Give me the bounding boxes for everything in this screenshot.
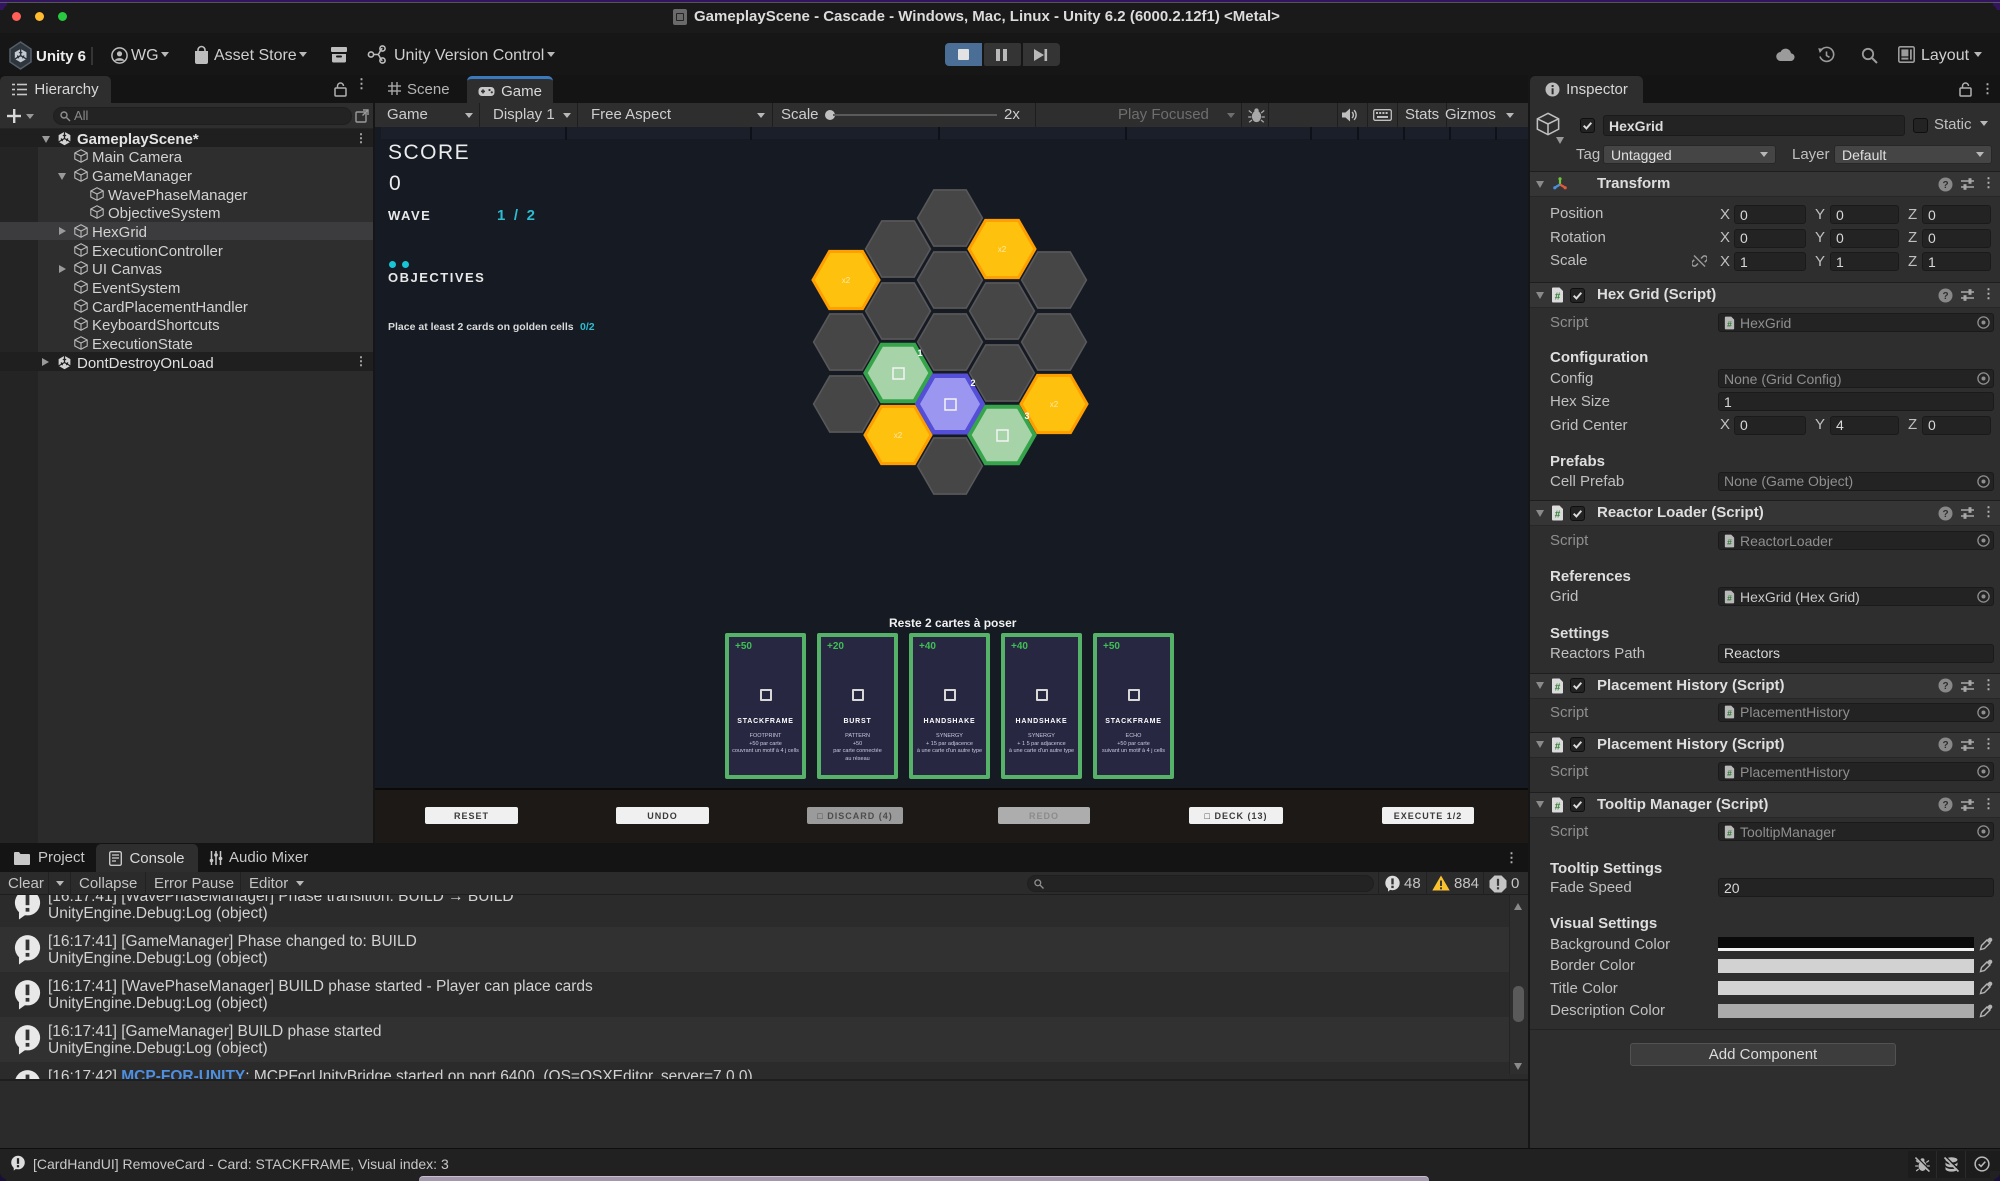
svg-text:#: # [1727, 536, 1732, 546]
svg-text:x2: x2 [1050, 400, 1059, 409]
svg-text:1: 1 [917, 348, 922, 358]
svg-text:3: 3 [1024, 411, 1029, 421]
svg-text:?: ? [1942, 800, 1948, 811]
svg-text:#: # [1555, 510, 1561, 521]
svg-text:2: 2 [970, 378, 975, 388]
svg-text:?: ? [1942, 740, 1948, 751]
svg-text:#: # [1555, 682, 1561, 693]
svg-text:x2: x2 [998, 245, 1007, 254]
svg-text:x2: x2 [894, 431, 903, 440]
svg-text:?: ? [1942, 509, 1948, 520]
svg-text:#: # [1555, 741, 1561, 752]
svg-text:?: ? [1942, 291, 1948, 302]
svg-text:#: # [1727, 708, 1732, 718]
svg-text:x2: x2 [842, 276, 851, 285]
svg-text:#: # [1727, 318, 1732, 328]
svg-text:#: # [1555, 292, 1561, 303]
svg-text:?: ? [1942, 681, 1948, 692]
svg-text:#: # [1727, 767, 1732, 777]
svg-text:#: # [1555, 801, 1561, 812]
svg-text:#: # [1727, 593, 1732, 603]
svg-text:?: ? [1942, 180, 1948, 191]
svg-text:#: # [1727, 828, 1732, 838]
